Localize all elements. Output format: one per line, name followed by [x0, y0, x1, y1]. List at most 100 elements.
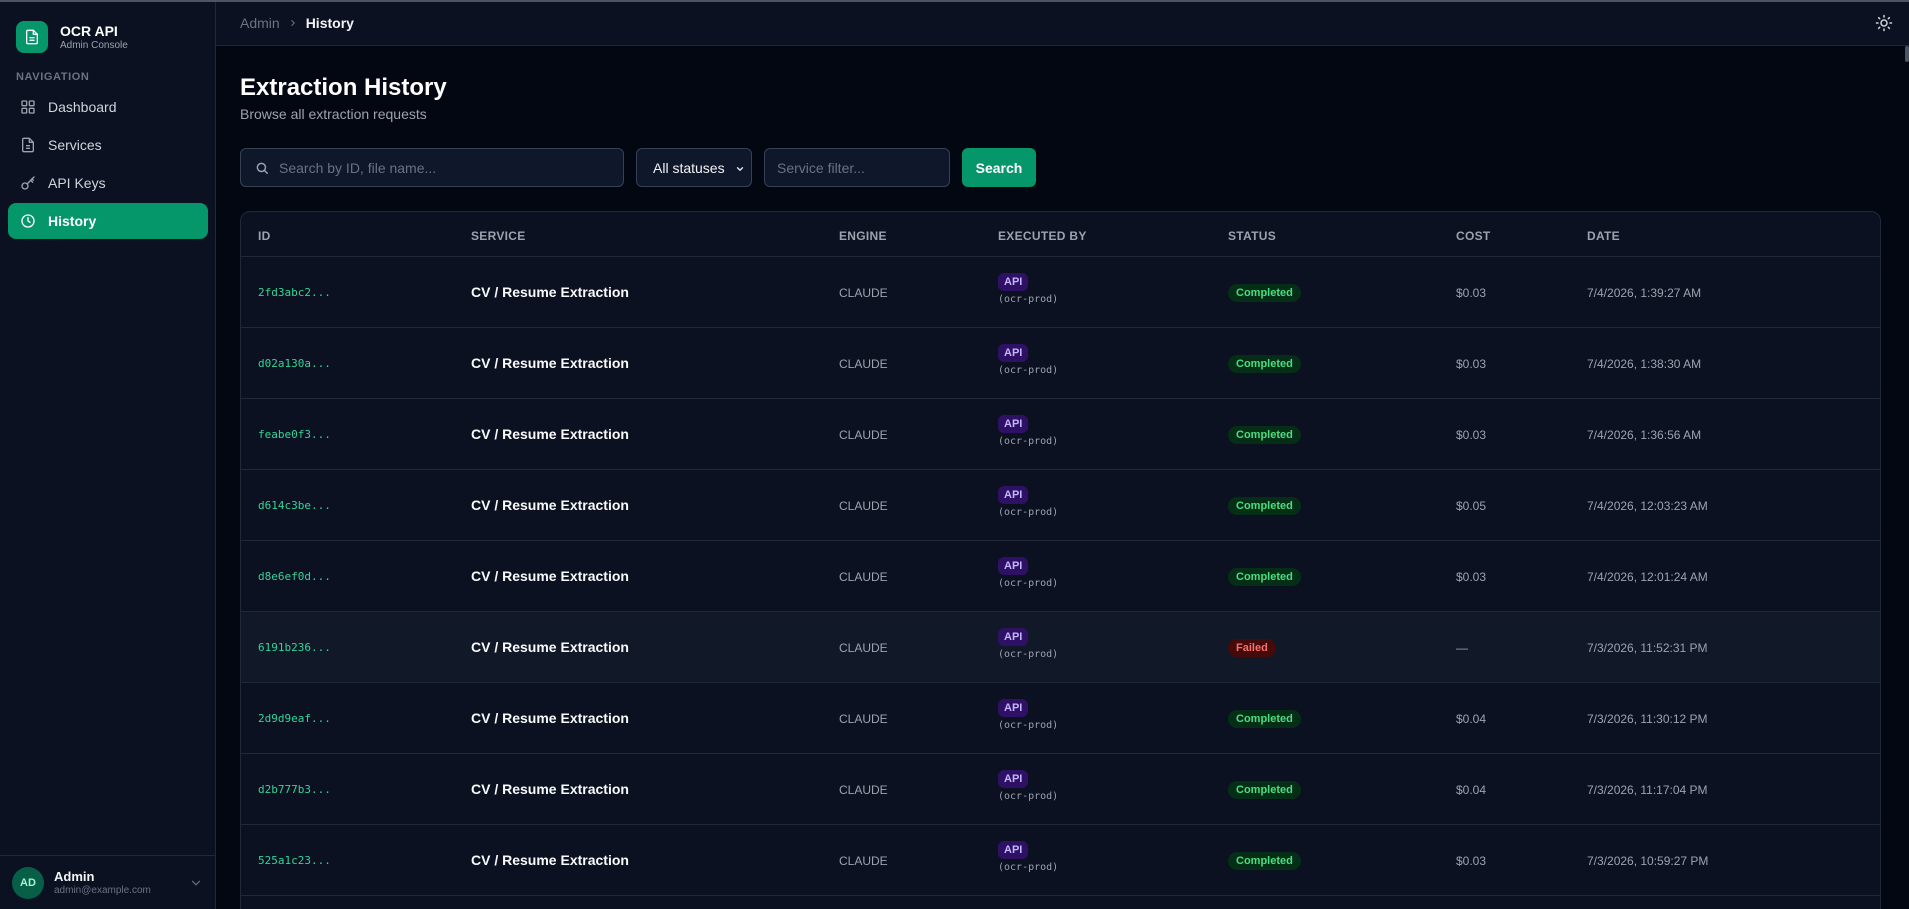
sidebar-nav: Dashboard Services API Keys History: [8, 89, 208, 241]
file-icon: [22, 137, 34, 153]
executor-badge: API: [998, 770, 1029, 788]
search-field[interactable]: [240, 148, 624, 187]
engine-name: CLAUDE: [839, 641, 888, 655]
top-bar: Admin History: [216, 2, 1909, 46]
cost-value: $0.03: [1456, 286, 1487, 300]
api-key-name: (ocr-prod): [998, 294, 1059, 305]
status-select[interactable]: All statuses: [636, 148, 752, 187]
page-subtitle: Browse all extraction requests: [240, 106, 427, 122]
request-id-link[interactable]: d614c3be...: [258, 499, 331, 512]
search-input[interactable]: [279, 159, 609, 176]
api-key-name: (ocr-prod): [998, 507, 1059, 518]
user-name: Admin: [54, 868, 95, 884]
status-badge: Completed: [1228, 710, 1301, 728]
table-row[interactable]: d2b777b3... CV / Resume Extraction CLAUDE A…: [241, 754, 1880, 825]
theme-toggle-button[interactable]: [1875, 14, 1893, 37]
table-header: ID SERVICE ENGINE EXECUTED BY STATUS COS…: [241, 212, 1880, 257]
search-button[interactable]: Search: [962, 148, 1036, 187]
status-badge: Completed: [1228, 568, 1301, 586]
request-id-link[interactable]: d02a130a...: [258, 357, 331, 370]
table-row[interactable]: d02a130a... CV / Resume Extraction CLAUDE A…: [241, 328, 1880, 399]
key-icon: [21, 176, 35, 190]
status-cell: Completed: [1228, 425, 1301, 444]
api-key-name: (ocr-prod): [998, 578, 1059, 589]
table-row[interactable]: 6191b236... CV / Resume Extraction CLAUDE A…: [241, 612, 1880, 683]
api-key-name: (ocr-prod): [998, 649, 1059, 660]
status-badge: Completed: [1228, 284, 1301, 302]
cost-value: $0.03: [1456, 357, 1487, 371]
search-icon: [256, 162, 268, 174]
cost-value: $0.03: [1456, 854, 1487, 868]
executor-badge: API: [998, 273, 1029, 291]
status-badge: Completed: [1228, 497, 1301, 515]
cost-value: $0.05: [1456, 499, 1487, 513]
sidebar-item-label: Dashboard: [48, 99, 117, 115]
page-title: Extraction History: [240, 74, 447, 101]
engine-name: CLAUDE: [839, 570, 888, 584]
service-filter-field[interactable]: [764, 148, 950, 187]
date-value: 7/3/2026, 11:30:12 PM: [1587, 712, 1708, 726]
executed-by: API (ocr-prod): [998, 840, 1058, 873]
request-id-link[interactable]: feabe0f3...: [258, 428, 331, 441]
service-filter-input[interactable]: [777, 159, 937, 176]
sidebar-item-dashboard[interactable]: Dashboard: [8, 89, 208, 125]
table-row[interactable]: d8e6ef0d... CV / Resume Extraction CLAUDE A…: [241, 541, 1880, 612]
api-key-name: (ocr-prod): [998, 862, 1059, 873]
brand[interactable]: OCR API Admin Console: [16, 21, 128, 53]
breadcrumb: Admin History: [240, 15, 354, 31]
column-header-status: STATUS: [1228, 229, 1277, 243]
chevron-right-icon: [290, 19, 295, 27]
status-cell: Completed: [1228, 709, 1301, 728]
table-row[interactable]: 525a1c23... CV / Resume Extraction CLAUDE A…: [241, 825, 1880, 896]
status-badge: Failed: [1228, 639, 1276, 657]
date-value: 7/4/2026, 1:39:27 AM: [1587, 286, 1702, 300]
cost-value: $0.03: [1456, 428, 1487, 442]
status-badge: Completed: [1228, 426, 1301, 444]
sidebar-item-api-keys[interactable]: API Keys: [8, 165, 208, 201]
executed-by: API (ocr-prod): [998, 698, 1058, 731]
api-key-name: (ocr-prod): [998, 365, 1059, 376]
request-id-link[interactable]: 2fd3abc2...: [258, 286, 331, 299]
nav-heading: NAVIGATION: [16, 71, 90, 83]
date-value: 7/3/2026, 10:59:27 PM: [1587, 854, 1709, 868]
date-value: 7/4/2026, 1:36:56 AM: [1587, 428, 1702, 442]
status-cell: Completed: [1228, 354, 1301, 373]
sidebar-item-history[interactable]: History: [8, 203, 208, 239]
column-header-cost: COST: [1456, 229, 1491, 243]
engine-name: CLAUDE: [839, 854, 888, 868]
executor-badge: API: [998, 557, 1029, 575]
executed-by: API (ocr-prod): [998, 414, 1058, 447]
request-id-link[interactable]: 2d9d9eaf...: [258, 712, 331, 725]
executor-badge: API: [998, 699, 1029, 717]
table-row[interactable]: 2fd3abc2... CV / Resume Extraction CLAUDE A…: [241, 257, 1880, 328]
executed-by: API (ocr-prod): [998, 769, 1058, 802]
table-row[interactable]: feabe0f3... CV / Resume Extraction CLAUDE A…: [241, 399, 1880, 470]
executed-by: API (ocr-prod): [998, 556, 1058, 589]
status-cell: Completed: [1228, 851, 1301, 870]
request-id-link[interactable]: d2b777b3...: [258, 783, 331, 796]
app-subtitle: Admin Console: [60, 39, 128, 51]
table-row[interactable]: d614c3be... CV / Resume Extraction CLAUDE A…: [241, 470, 1880, 541]
api-key-name: (ocr-prod): [998, 791, 1059, 802]
sidebar-item-services[interactable]: Services: [8, 127, 208, 163]
table-row[interactable]: 2d9d9eaf... CV / Resume Extraction CLAUDE A…: [241, 683, 1880, 754]
sidebar-item-label: Services: [48, 137, 102, 153]
date-value: 7/4/2026, 12:03:23 AM: [1587, 499, 1708, 513]
scrollbar-thumb[interactable]: [1905, 46, 1909, 62]
executed-by: API (ocr-prod): [998, 343, 1058, 376]
service-name: CV / Resume Extraction: [471, 852, 629, 868]
column-header-engine: ENGINE: [839, 229, 887, 243]
request-id-link[interactable]: 6191b236...: [258, 641, 331, 654]
status-badge: Completed: [1228, 355, 1301, 373]
clock-icon: [21, 214, 35, 228]
user-menu[interactable]: AD Admin admin@example.com: [0, 855, 215, 909]
executor-badge: API: [998, 628, 1029, 646]
request-id-link[interactable]: 525a1c23...: [258, 854, 331, 867]
service-name: CV / Resume Extraction: [471, 355, 629, 371]
request-id-link[interactable]: d8e6ef0d...: [258, 570, 331, 583]
grid-icon: [21, 100, 35, 114]
chevron-down-icon[interactable]: [189, 876, 203, 890]
executed-by: API (ocr-prod): [998, 485, 1058, 518]
breadcrumb-root[interactable]: Admin: [240, 15, 280, 31]
executor-badge: API: [998, 415, 1029, 433]
